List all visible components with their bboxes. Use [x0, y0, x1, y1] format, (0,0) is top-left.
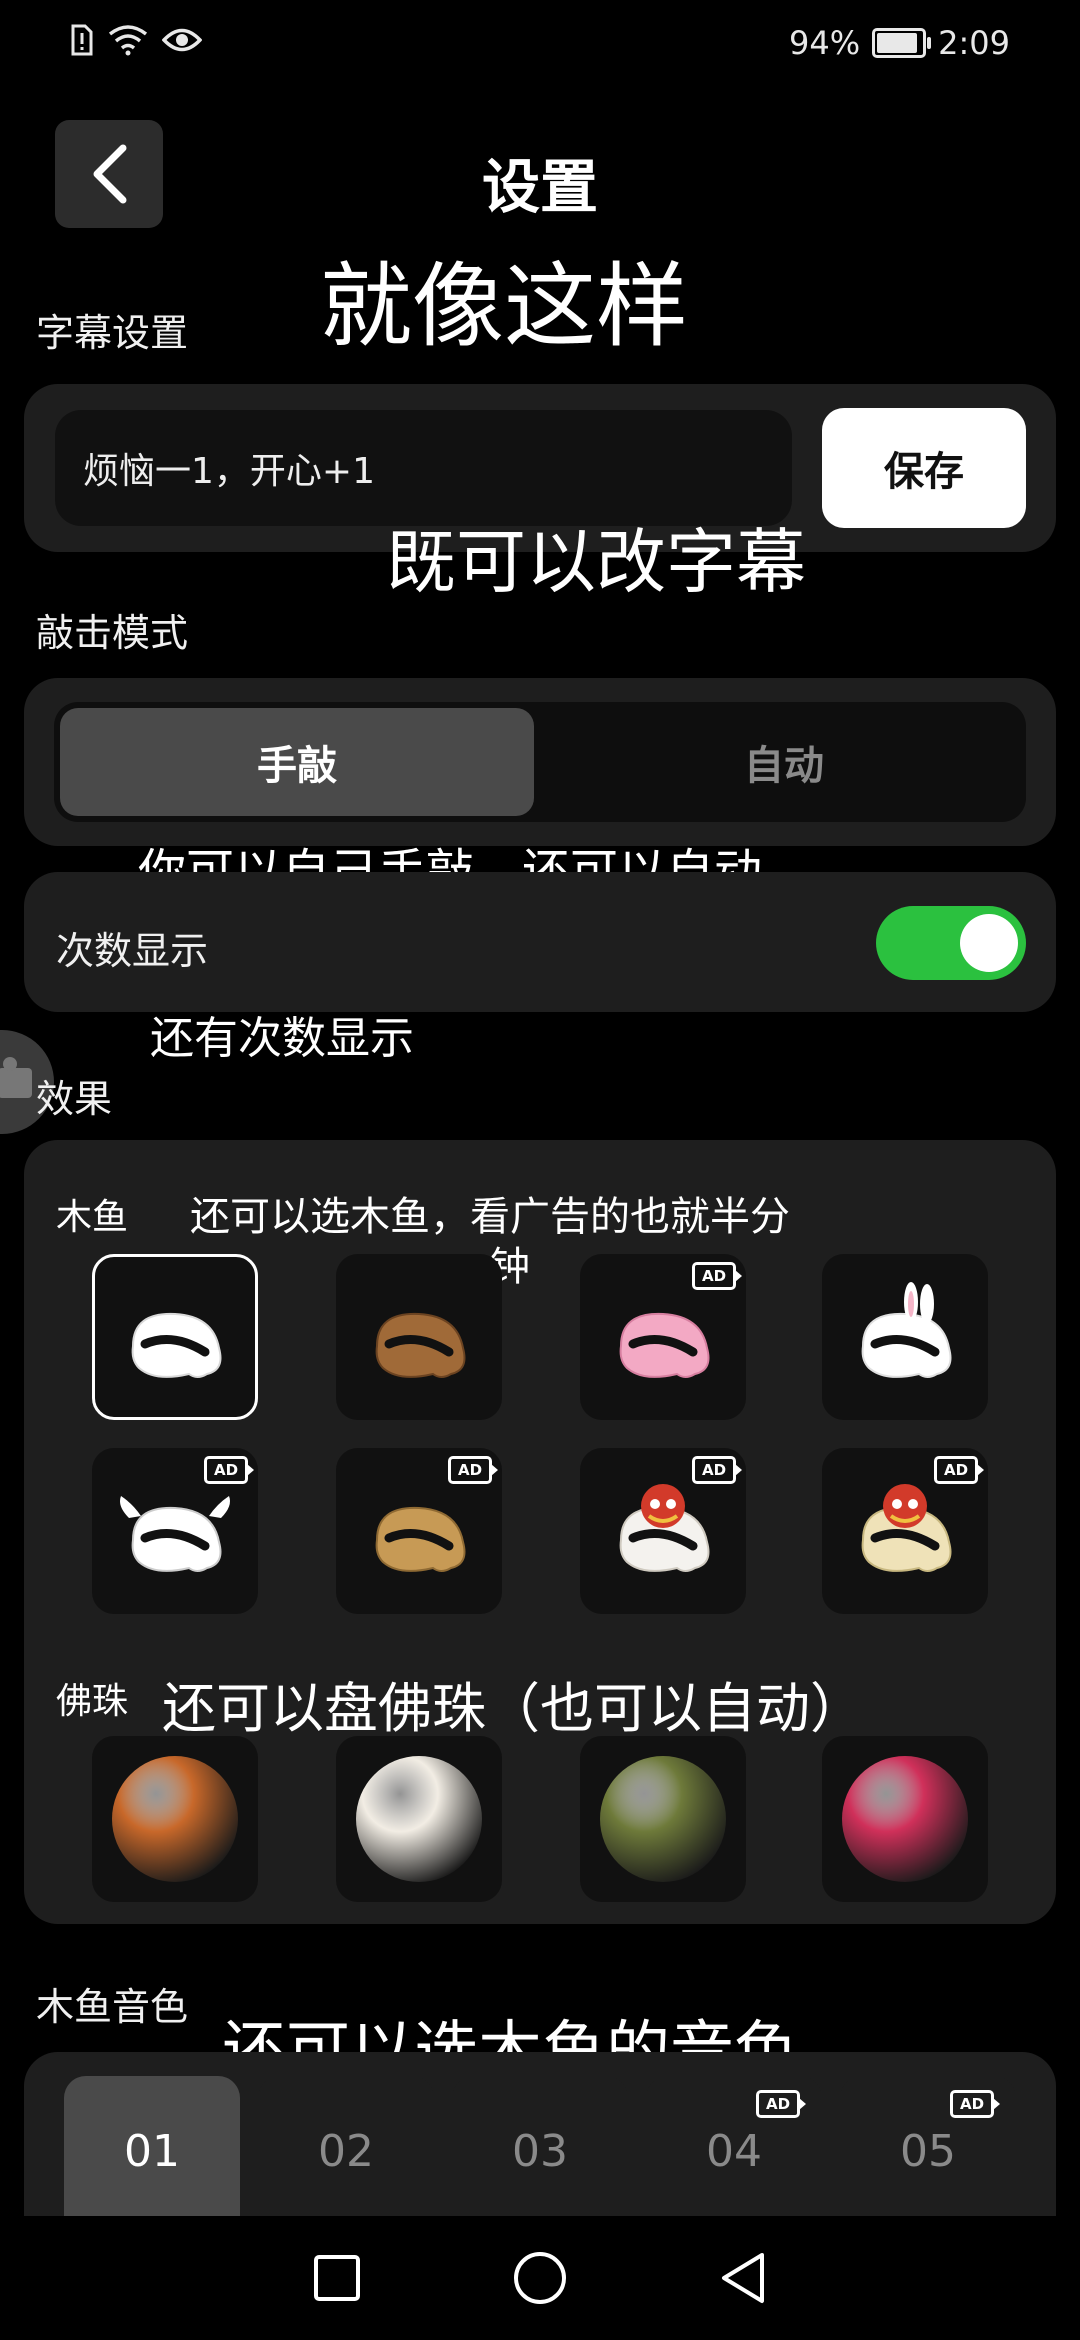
- count-display-toggle[interactable]: [876, 906, 1026, 980]
- muyu-option-wood-brown[interactable]: [336, 1254, 502, 1420]
- sound-option-label: 02: [318, 2125, 374, 2177]
- back-triangle-icon[interactable]: [718, 2251, 768, 2305]
- ad-video-icon: AD: [448, 1456, 498, 1484]
- status-left-icons: [70, 24, 202, 56]
- sound-option-01[interactable]: 01: [64, 2076, 240, 2226]
- alert-sim-icon: [71, 24, 93, 56]
- muyu-option-winged[interactable]: AD: [92, 1448, 258, 1614]
- ad-video-icon: AD: [756, 2090, 806, 2118]
- battery-icon: [872, 28, 932, 58]
- battery-fill: [877, 33, 917, 53]
- recents-square-icon[interactable]: [312, 2253, 362, 2303]
- subtitle-section-label: 字幕设置: [36, 311, 189, 355]
- muyu-option-tan-wood[interactable]: AD: [336, 1448, 502, 1614]
- sound-label: 木鱼音色: [36, 1985, 189, 2029]
- sound-option-label: 04: [706, 2125, 762, 2177]
- effects-label: 效果: [36, 1077, 113, 1121]
- muyu-fish-icon: [861, 1282, 952, 1378]
- muyu-label: 木鱼: [56, 1197, 129, 1238]
- ad-video-icon: AD: [950, 2090, 1000, 2118]
- beads-label: 佛珠: [56, 1681, 129, 1722]
- page-title: 设置: [481, 153, 598, 221]
- system-nav-bar: [0, 2216, 1080, 2340]
- sound-option-04[interactable]: 04 AD: [646, 2076, 822, 2226]
- muyu-option-lion-white[interactable]: AD: [580, 1448, 746, 1614]
- bead-icon: [600, 1756, 726, 1882]
- ad-video-icon: AD: [692, 1262, 742, 1290]
- muyu-option-lion-cream[interactable]: AD: [822, 1448, 988, 1614]
- muyu-fish-icon: [619, 1484, 710, 1572]
- bead-icon: [842, 1756, 968, 1882]
- muyu-option-white[interactable]: [92, 1254, 258, 1420]
- bead-option-3[interactable]: [580, 1736, 746, 1902]
- status-bar: 94% 2:09: [0, 0, 1080, 90]
- tap-mode-manual[interactable]: 手敲: [60, 708, 534, 816]
- tap-mode-label: 敲击模式: [36, 611, 189, 655]
- eye-icon: [162, 28, 202, 52]
- battery-percent: 94%: [789, 24, 861, 62]
- ad-video-icon: AD: [692, 1456, 742, 1484]
- bead-option-2[interactable]: [336, 1736, 502, 1902]
- muyu-fish-icon: [375, 1506, 466, 1572]
- ad-video-icon: AD: [934, 1456, 984, 1484]
- ad-video-icon: AD: [204, 1456, 254, 1484]
- tap-mode-auto[interactable]: 自动: [548, 708, 1020, 816]
- overlay-caption-4: 还有次数显示: [150, 1013, 414, 1064]
- clock: 2:09: [938, 24, 1010, 62]
- status-right: 94% 2:09: [789, 24, 1010, 62]
- home-circle-icon[interactable]: [512, 2250, 568, 2306]
- sound-option-label: 01: [124, 2125, 180, 2177]
- bead-icon: [112, 1756, 238, 1882]
- sound-option-label: 03: [512, 2125, 568, 2177]
- bead-icon: [356, 1756, 482, 1882]
- muyu-option-pink[interactable]: AD: [580, 1254, 746, 1420]
- overlay-caption-2: 既可以改字幕: [386, 521, 806, 603]
- muyu-fish-icon: [861, 1484, 952, 1572]
- sound-option-label: 05: [900, 2125, 956, 2177]
- sound-option-02[interactable]: 02: [258, 2076, 434, 2226]
- sound-option-05[interactable]: 05 AD: [840, 2076, 1016, 2226]
- bead-option-1[interactable]: [92, 1736, 258, 1902]
- muyu-option-bunny[interactable]: [822, 1254, 988, 1420]
- overlay-caption-6: 还可以盘佛珠（也可以自动）: [162, 1677, 864, 1740]
- wifi-icon: [108, 25, 148, 56]
- muyu-fish-icon: [120, 1496, 230, 1572]
- muyu-fish-icon: [619, 1312, 710, 1378]
- save-button[interactable]: 保存: [822, 408, 1026, 528]
- sound-option-03[interactable]: 03: [452, 2076, 628, 2226]
- muyu-fish-icon: [131, 1312, 222, 1378]
- toggle-knob: [960, 914, 1018, 972]
- bead-option-4[interactable]: [822, 1736, 988, 1902]
- count-display-label: 次数显示: [56, 929, 209, 973]
- muyu-fish-icon: [375, 1312, 466, 1378]
- overlay-caption-1: 就像这样: [320, 253, 689, 360]
